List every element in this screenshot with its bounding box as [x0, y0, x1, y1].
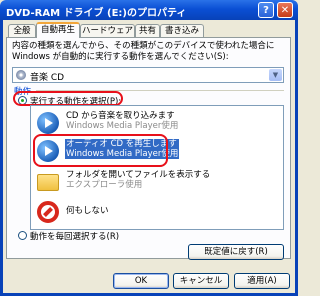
action-list[interactable]: CD から音楽を取り込みます Windows Media Player使用 オー…: [30, 105, 284, 230]
windows-media-player-icon: [37, 112, 59, 134]
list-item-title: 何もしない: [66, 206, 109, 216]
prompt-each-time-radio[interactable]: [18, 231, 27, 240]
window-title: DVD-RAM ドライブ (E:)のプロパティ: [6, 8, 187, 19]
restore-defaults-button[interactable]: 既定値に戻す(R): [188, 244, 284, 260]
help-icon: ?: [263, 4, 269, 16]
tab-hardware[interactable]: ハードウェア: [80, 24, 135, 37]
list-item-subtitle: エクスプローラ使用: [66, 180, 143, 190]
folder-icon: [37, 174, 59, 191]
tab-recording[interactable]: 書き込み: [160, 24, 204, 37]
highlight-ring-select-action: [13, 91, 123, 106]
close-icon: ✕: [280, 4, 290, 16]
highlight-ring-play-audio-cd: [33, 134, 168, 167]
chevron-down-icon[interactable]: ▼: [269, 69, 282, 81]
tab-autoplay[interactable]: 自動再生: [36, 22, 80, 38]
list-item-text: CD から音楽を取り込みます Windows Media Player使用: [65, 111, 179, 131]
close-button[interactable]: ✕: [277, 2, 293, 18]
list-item-subtitle: Windows Media Player使用: [66, 121, 179, 131]
list-item-text: フォルダを開いてファイルを表示する エクスプローラ使用: [65, 170, 211, 190]
tab-general[interactable]: 全般: [8, 24, 36, 37]
title-bar[interactable]: DVD-RAM ドライブ (E:)のプロパティ ? ✕: [0, 0, 298, 20]
ok-button[interactable]: OK: [113, 273, 169, 289]
apply-button[interactable]: 適用(A): [234, 273, 290, 289]
list-item-rip-cd[interactable]: CD から音楽を取り込みます Windows Media Player使用: [33, 109, 281, 136]
no-action-icon: [37, 201, 59, 223]
list-item-do-nothing[interactable]: 何もしない: [33, 198, 281, 225]
list-item-open-folder[interactable]: フォルダを開いてファイルを表示する エクスプローラ使用: [33, 168, 281, 195]
tab-sharing[interactable]: 共有: [135, 24, 160, 37]
list-item-text: 何もしない: [65, 206, 110, 216]
content-type-value: 音楽 CD: [30, 73, 65, 83]
list-item-title: フォルダを開いてファイルを表示する: [66, 170, 211, 180]
content-type-select[interactable]: 音楽 CD ▼: [12, 67, 284, 83]
description-text: 内容の種類を選んでから、その種類がこのデバイスで使われた場合に Windows …: [12, 41, 275, 62]
cancel-button[interactable]: キャンセル: [173, 273, 229, 289]
music-cd-icon: [16, 70, 26, 80]
help-button[interactable]: ?: [258, 2, 274, 18]
prompt-each-time-label[interactable]: 動作を毎回選択する(R): [30, 230, 119, 242]
list-item-title: CD から音楽を取り込みます: [66, 111, 175, 121]
